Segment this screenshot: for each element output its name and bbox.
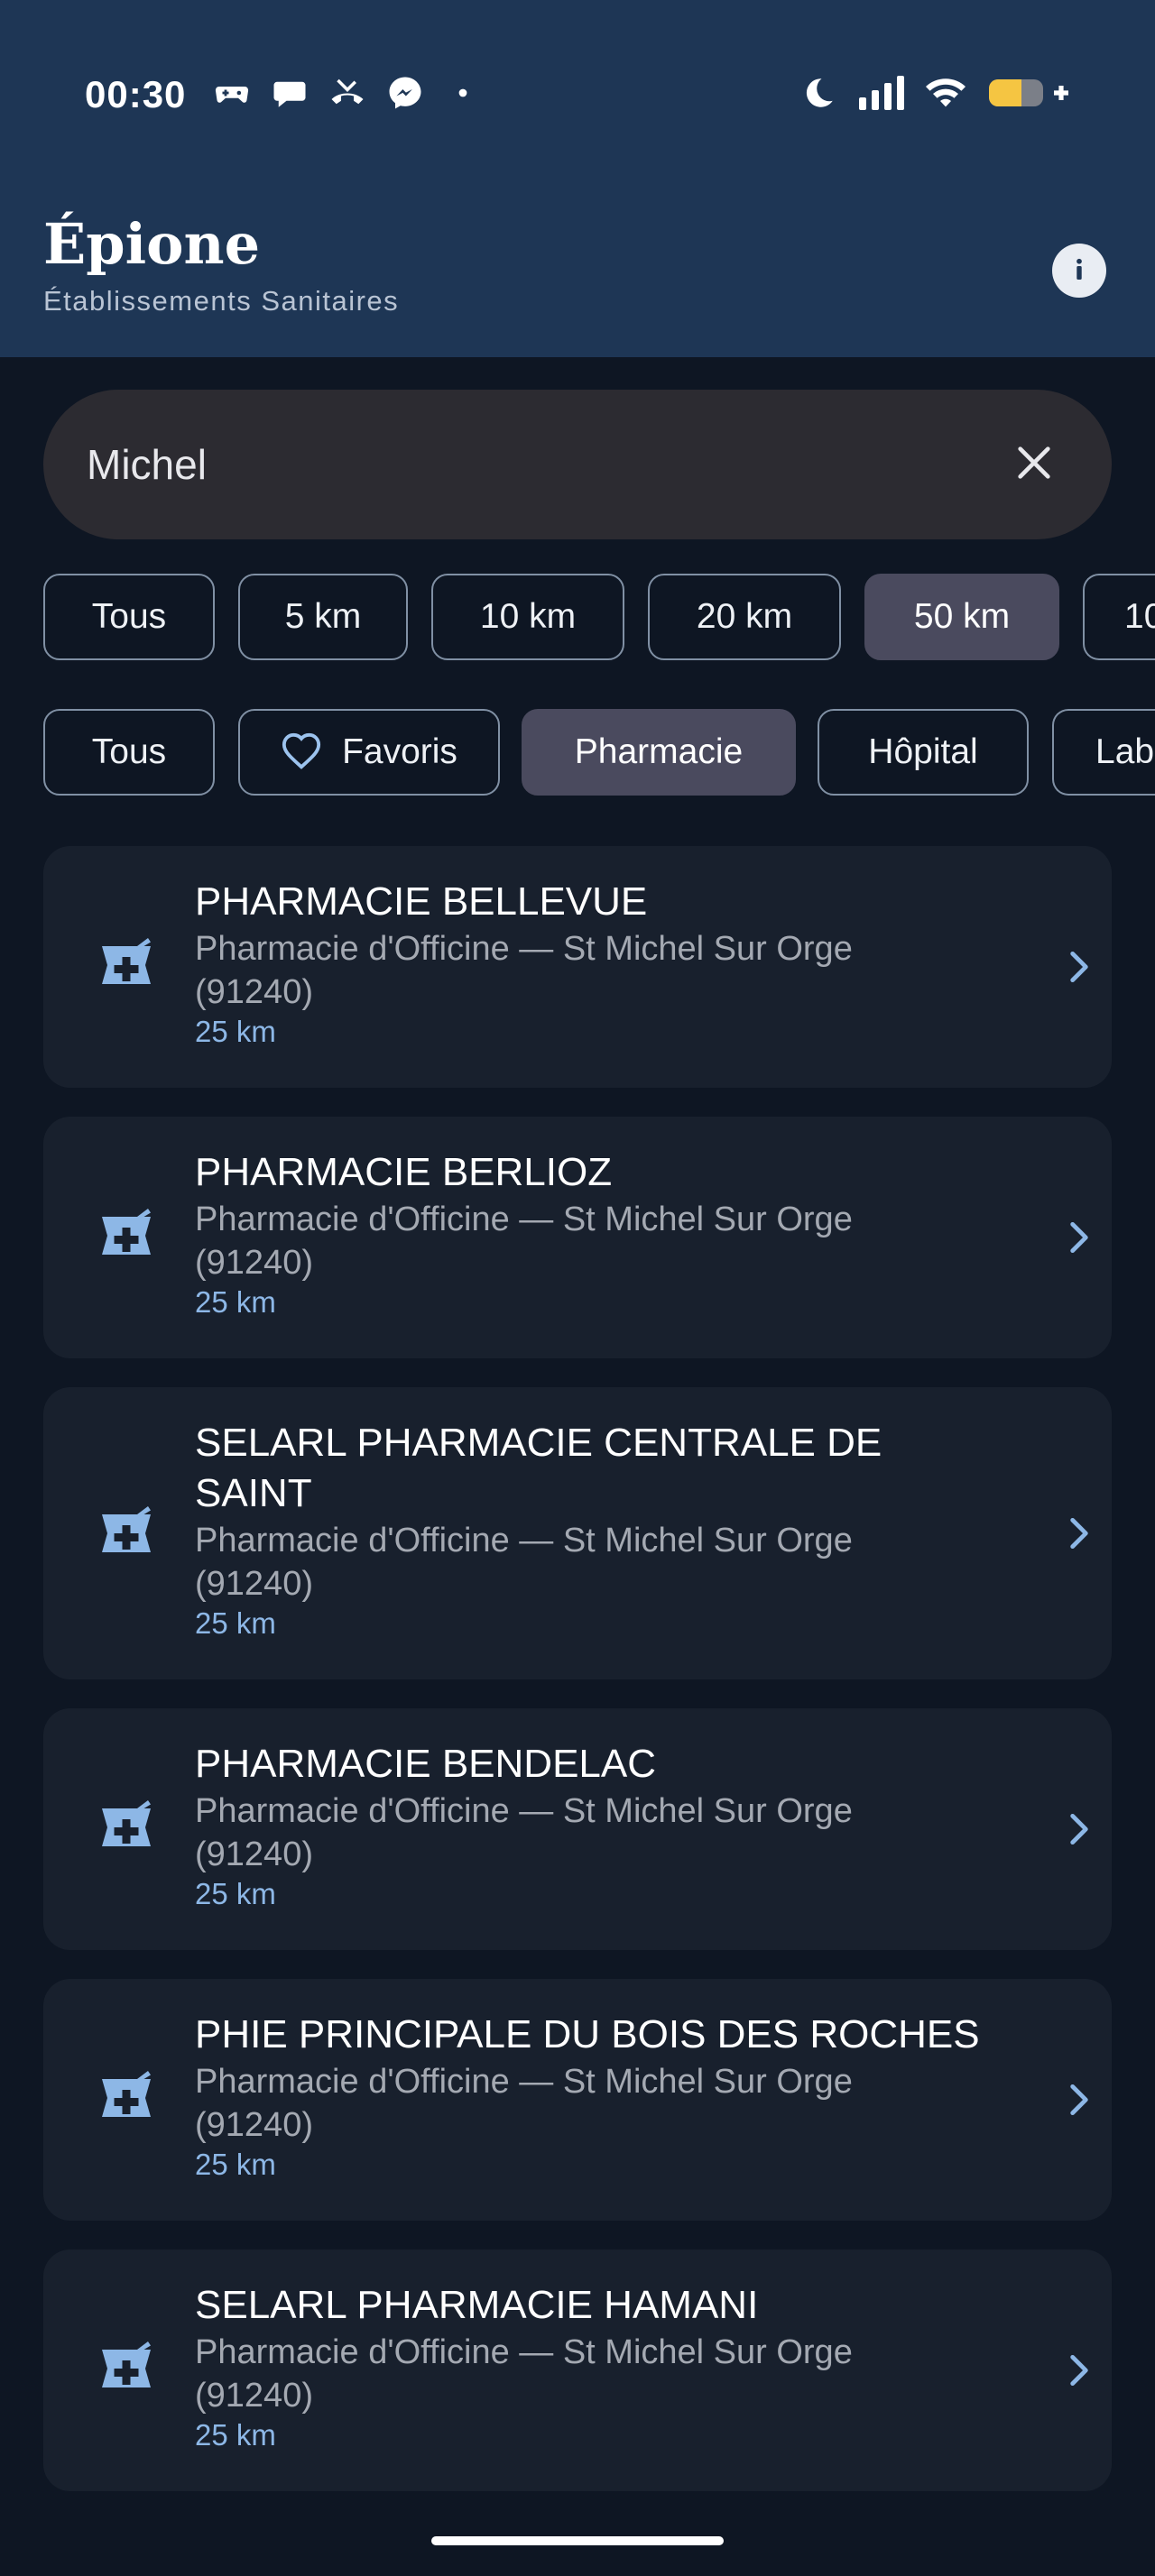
- chip-label: Hôpital: [868, 732, 978, 771]
- distance-chip-50km[interactable]: 50 km: [864, 574, 1059, 660]
- chevron-right-icon: [1058, 1808, 1101, 1851]
- gamepad-icon: [213, 74, 251, 112]
- facility-distance: 25 km: [195, 2148, 276, 2181]
- messenger-icon: [386, 74, 424, 112]
- facility-name: PHARMACIE BELLEVUE: [195, 879, 648, 924]
- facility-distance: 25 km: [195, 1015, 276, 1048]
- pharmacy-mortar-icon: [94, 1203, 159, 1268]
- facility-type: Pharmacie d'Officine — St Michel Sur Org…: [195, 2063, 853, 2101]
- dot-icon: [444, 74, 482, 112]
- category-chip-lab[interactable]: Lab: [1052, 709, 1155, 796]
- pharmacy-mortar-icon: [94, 2065, 159, 2130]
- facility-type: Pharmacie d'Officine — St Michel Sur Org…: [195, 1201, 853, 1238]
- missed-call-icon: [328, 74, 366, 112]
- facility-distance: 25 km: [195, 1606, 276, 1640]
- system-icons: [799, 74, 1070, 112]
- chip-label: Pharmacie: [574, 732, 744, 771]
- facility-postcode: (91240): [195, 2106, 313, 2144]
- chip-label: 50 km: [913, 597, 1011, 636]
- distance-chip-all[interactable]: Tous: [43, 574, 215, 660]
- category-filter-row: Tous Favoris Pharmacie Hôpital Lab: [43, 709, 1155, 796]
- chevron-right-icon: [1058, 1512, 1101, 1555]
- notification-icons: [213, 74, 482, 112]
- facility-distance: 25 km: [195, 2418, 276, 2452]
- chevron-right-icon: [1058, 2078, 1101, 2121]
- chevron-right-icon: [1058, 945, 1101, 989]
- clear-search-button[interactable]: [1005, 436, 1063, 493]
- card-text: SELARL PHARMACIE HAMANI Pharmacie d'Offi…: [195, 2280, 989, 2453]
- pharmacy-mortar-icon: [94, 2336, 159, 2401]
- category-chip-favorites[interactable]: Favoris: [238, 709, 500, 796]
- search-bar: [43, 390, 1112, 539]
- chevron-right-icon: [1058, 1216, 1101, 1259]
- info-button[interactable]: [1052, 244, 1106, 298]
- battery-charging-icon: [987, 74, 1070, 112]
- facility-postcode: (91240): [195, 973, 313, 1011]
- chat-bubble-icon: [271, 74, 309, 112]
- facility-distance: 25 km: [195, 1877, 276, 1910]
- result-card[interactable]: PHARMACIE BERLIOZ Pharmacie d'Officine —…: [43, 1117, 1112, 1358]
- status-time: 00:30: [85, 73, 187, 115]
- result-card[interactable]: PHIE PRINCIPALE DU BOIS DES ROCHES Pharm…: [43, 1979, 1112, 2221]
- chevron-right-icon: [1058, 2349, 1101, 2392]
- chip-label: Favoris: [342, 732, 457, 771]
- pharmacy-mortar-icon: [94, 1795, 159, 1860]
- facility-type: Pharmacie d'Officine — St Michel Sur Org…: [195, 1792, 853, 1830]
- result-card[interactable]: SELARL PHARMACIE HAMANI Pharmacie d'Offi…: [43, 2249, 1112, 2491]
- card-text: PHARMACIE BELLEVUE Pharmacie d'Officine …: [195, 877, 989, 1050]
- chip-label: 5 km: [284, 597, 362, 636]
- result-card[interactable]: PHARMACIE BENDELAC Pharmacie d'Officine …: [43, 1708, 1112, 1950]
- chip-label: Lab: [1095, 732, 1155, 771]
- card-text: PHARMACIE BERLIOZ Pharmacie d'Officine —…: [195, 1147, 989, 1320]
- facility-postcode: (91240): [195, 1565, 313, 1603]
- app-title: Épione: [43, 211, 261, 277]
- chip-label: 10: [1124, 597, 1155, 636]
- facility-name-continued: SAINT: [195, 1471, 312, 1515]
- chip-label: Tous: [91, 732, 167, 771]
- app-header: 00:30 Épione Établissements Sanitaires: [0, 0, 1155, 357]
- category-chip-pharmacy[interactable]: Pharmacie: [522, 709, 796, 796]
- facility-postcode: (91240): [195, 1835, 313, 1873]
- chip-label: 10 km: [479, 597, 577, 636]
- category-chip-all[interactable]: Tous: [43, 709, 215, 796]
- distance-filter-row: Tous 5 km 10 km 20 km 50 km 10: [43, 574, 1155, 660]
- chip-label: 20 km: [696, 597, 793, 636]
- facility-postcode: (91240): [195, 1244, 313, 1282]
- facility-name: SELARL PHARMACIE CENTRALE DE: [195, 1421, 882, 1465]
- home-indicator[interactable]: [431, 2536, 724, 2545]
- wifi-icon: [924, 74, 967, 112]
- facility-name: PHARMACIE BENDELAC: [195, 1742, 657, 1786]
- facility-type: Pharmacie d'Officine — St Michel Sur Org…: [195, 1522, 853, 1559]
- heart-icon: [281, 731, 322, 773]
- facility-type: Pharmacie d'Officine — St Michel Sur Org…: [195, 2333, 853, 2371]
- chip-label: Tous: [91, 597, 167, 636]
- result-card[interactable]: PHARMACIE BELLEVUE Pharmacie d'Officine …: [43, 846, 1112, 1088]
- facility-name: SELARL PHARMACIE HAMANI: [195, 2283, 759, 2327]
- moon-icon: [799, 74, 837, 112]
- category-chip-hospital[interactable]: Hôpital: [818, 709, 1029, 796]
- facility-name: PHIE PRINCIPALE DU BOIS DES ROCHES: [195, 2012, 980, 2056]
- status-bar: 00:30: [0, 63, 1155, 126]
- facility-type: Pharmacie d'Officine — St Michel Sur Org…: [195, 930, 853, 968]
- distance-chip-100km[interactable]: 10: [1083, 574, 1155, 660]
- card-text: SELARL PHARMACIE CENTRALE DE SAINT Pharm…: [195, 1418, 989, 1642]
- close-icon: [1013, 442, 1055, 488]
- info-icon: [1063, 253, 1095, 290]
- pharmacy-mortar-icon: [94, 1501, 159, 1566]
- distance-chip-20km[interactable]: 20 km: [648, 574, 841, 660]
- search-input[interactable]: [87, 390, 989, 539]
- facility-postcode: (91240): [195, 2377, 313, 2415]
- distance-chip-10km[interactable]: 10 km: [431, 574, 624, 660]
- signal-icon: [857, 74, 904, 112]
- card-text: PHARMACIE BENDELAC Pharmacie d'Officine …: [195, 1739, 989, 1912]
- facility-name: PHARMACIE BERLIOZ: [195, 1150, 613, 1194]
- facility-distance: 25 km: [195, 1285, 276, 1319]
- pharmacy-mortar-icon: [94, 933, 159, 998]
- app-subtitle: Établissements Sanitaires: [43, 285, 400, 317]
- result-card[interactable]: SELARL PHARMACIE CENTRALE DE SAINT Pharm…: [43, 1387, 1112, 1679]
- card-text: PHIE PRINCIPALE DU BOIS DES ROCHES Pharm…: [195, 2010, 989, 2183]
- distance-chip-5km[interactable]: 5 km: [238, 574, 408, 660]
